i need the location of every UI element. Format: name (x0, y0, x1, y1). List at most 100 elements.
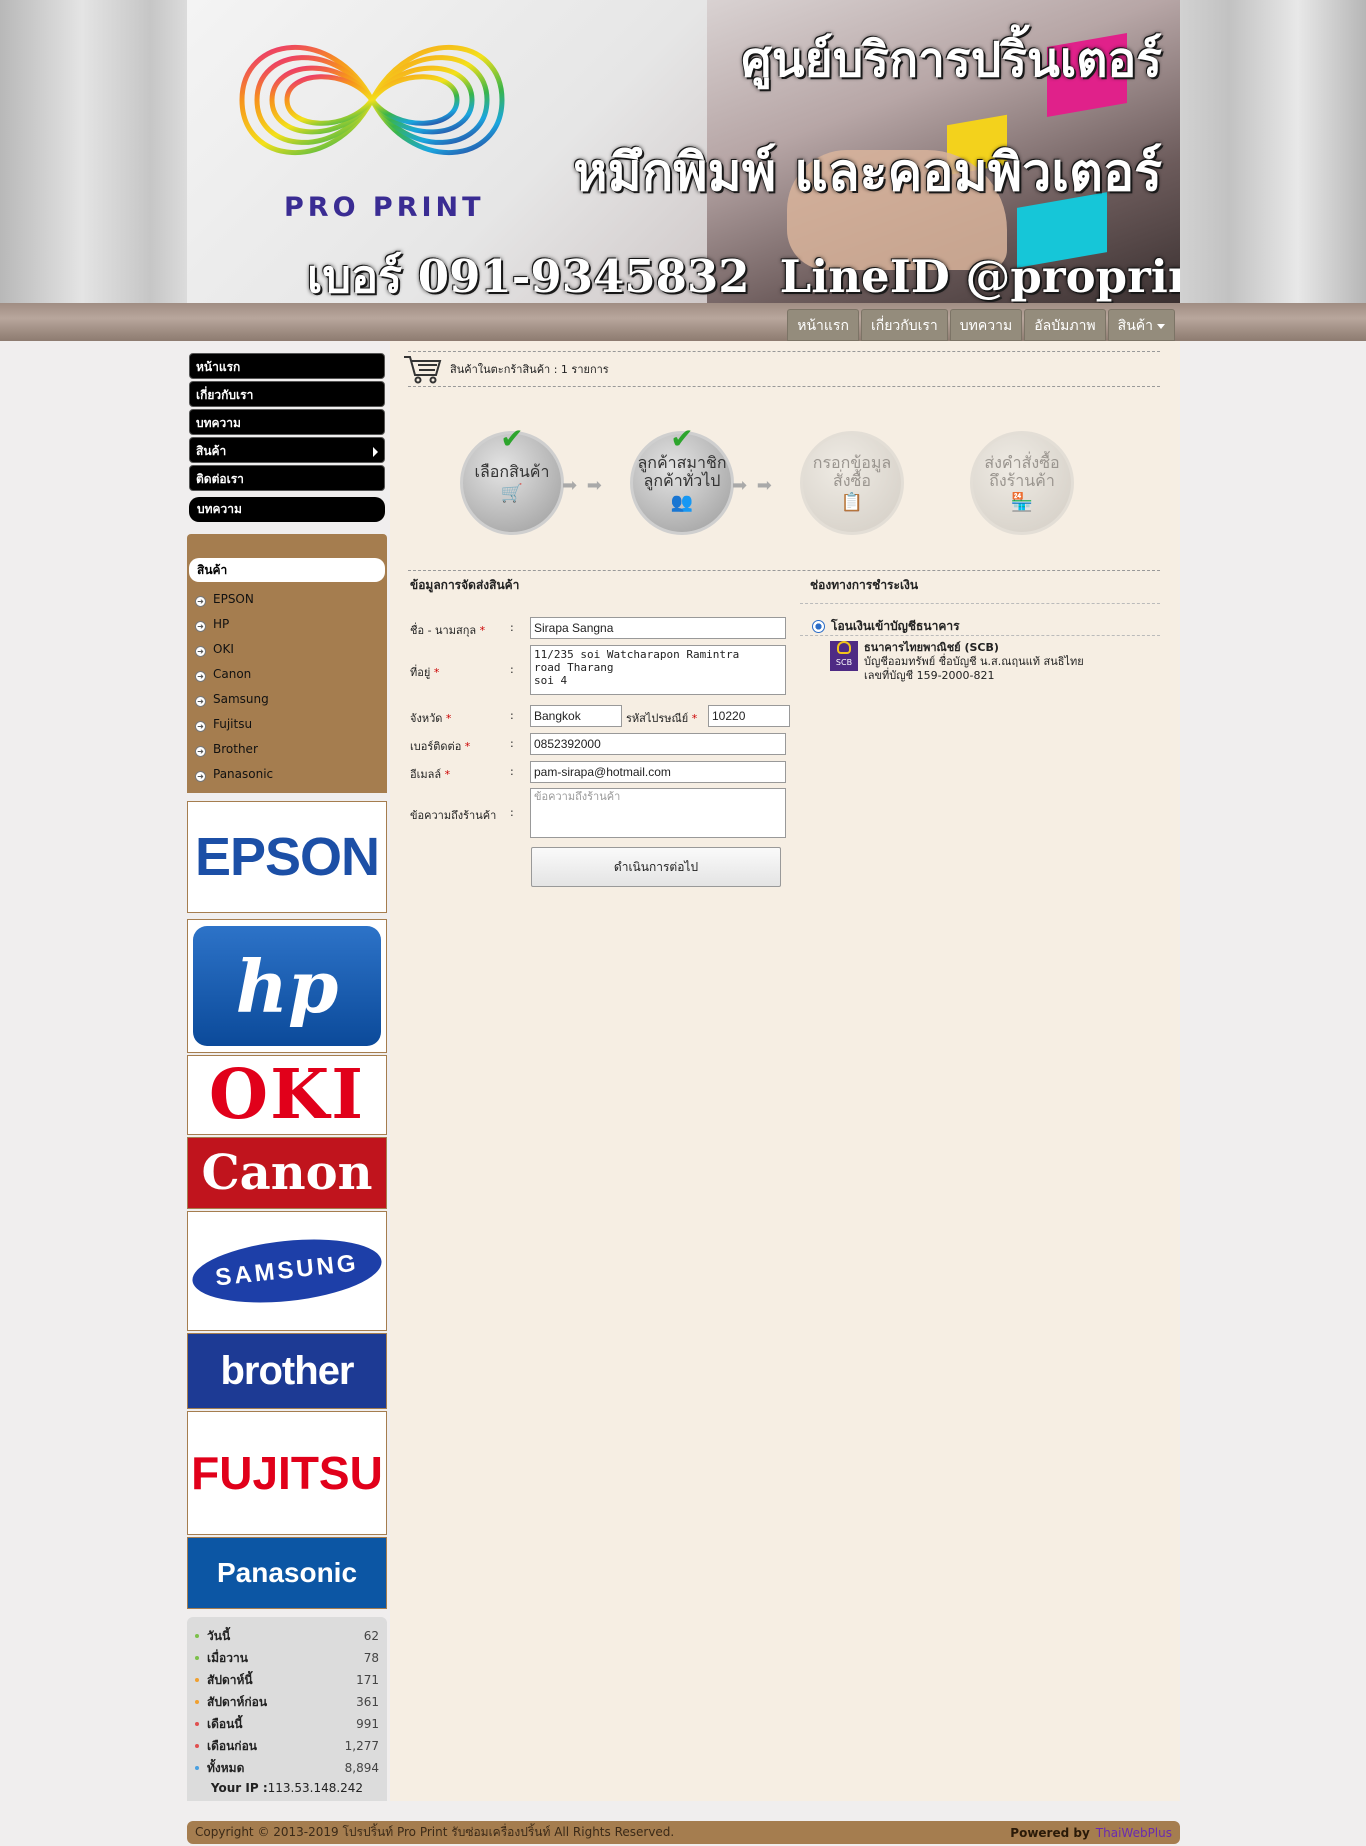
address-textarea[interactable]: 11/235 soi Watcharapon Ramintra road Tha… (530, 645, 786, 695)
name-input[interactable]: Sirapa Sangna (530, 617, 786, 639)
province-input[interactable]: Bangkok (530, 705, 622, 727)
required-mark: * (479, 624, 486, 637)
side-menu: หน้าแรก เกี่ยวกับเรา บทความ สินค้า ติดต่… (187, 341, 387, 491)
payment-option-bank-transfer[interactable]: โอนเงินเข้าบัญชีธนาคาร (812, 617, 960, 636)
step-label-2: สั่งซื้อ (832, 471, 872, 490)
stat-row: ทั้งหมด 8,894 (195, 1757, 379, 1779)
step-customer-type: ✔ ลูกค้าสมาชิก ลูกค้าทั่วไป 👥 (630, 425, 734, 535)
province-label-text: จังหวัด (410, 712, 443, 725)
side-product-samsung[interactable]: ➜ Samsung (187, 687, 387, 712)
required-mark: * (444, 768, 451, 781)
continue-button[interactable]: ดำเนินการต่อไป (531, 847, 781, 887)
logo-text: PRO PRINT (284, 192, 485, 223)
postal-input[interactable]: 10220 (708, 705, 790, 727)
nav-products[interactable]: สินค้า (1107, 309, 1175, 341)
phone-label: เบอร์ติดต่อ * (410, 733, 510, 755)
top-navigation: หน้าแรก เกี่ยวกับเรา บทความ อัลบัมภาพ สิ… (787, 309, 1175, 341)
side-product-epson[interactable]: ➜ EPSON (187, 587, 387, 612)
side-products-heading: สินค้า (189, 558, 385, 582)
side-menu-about[interactable]: เกี่ยวกับเรา (189, 381, 385, 407)
brand-logo-text: Panasonic (216, 1557, 358, 1588)
stat-label: สัปดาห์ก่อน (195, 1691, 267, 1713)
stat-value: 62 (363, 1629, 379, 1643)
main-content: สินค้าในตะกร้าสินค้า : 1 รายการ ✔ เลือกส… (390, 341, 1180, 1801)
stat-label: เดือนนี้ (195, 1713, 243, 1735)
phone-row: เบอร์ติดต่อ * : 0852392000 (410, 733, 786, 755)
phone-label-text: เบอร์ติดต่อ (410, 740, 462, 753)
arrow-circle-icon: ➜ (195, 671, 206, 682)
side-product-label: Brother (213, 742, 258, 756)
payment-option-label: โอนเงินเข้าบัญชีธนาคาร (831, 619, 960, 633)
side-products-list: ➜ EPSON ➜ HP ➜ OKI ➜ Canon ➜ Samsung ➜ Fujitsu… (187, 587, 387, 787)
scb-logo-icon: SCB (830, 641, 858, 671)
postal-label-text: รหัสไปรษณีย์ (626, 712, 689, 725)
samsung-logo-oval: SAMSUNG (189, 1231, 385, 1311)
colon: : (510, 709, 514, 722)
powered-by-label: Powered by (1010, 1825, 1090, 1840)
stat-row: เมื่อวาน 78 (195, 1647, 379, 1669)
side-product-label: Canon (213, 667, 252, 681)
nav-album[interactable]: อัลบัมภาพ (1024, 309, 1106, 341)
email-input[interactable]: pam-sirapa@hotmail.com (530, 761, 786, 783)
stat-label-text: ทั้งหมด (207, 1761, 245, 1775)
brand-logo-canon[interactable]: Canon (187, 1137, 387, 1209)
side-product-label: Fujitsu (213, 717, 253, 731)
footer: Copyright © 2013-2019 โปรปริ้นท์ Pro Pri… (187, 1821, 1180, 1844)
side-product-oki[interactable]: ➜ OKI (187, 637, 387, 662)
brand-logo-text: OKI (208, 1055, 366, 1135)
side-product-hp[interactable]: ➜ HP (187, 612, 387, 637)
arrow-circle-icon: ➜ (195, 696, 206, 707)
sidebar: หน้าแรก เกี่ยวกับเรา บทความ สินค้า ติดต่… (187, 341, 387, 1801)
side-product-canon[interactable]: ➜ Canon (187, 662, 387, 687)
step-label: เลือกสินค้า (474, 462, 550, 481)
brand-logo-brother[interactable]: brother (187, 1333, 387, 1409)
side-product-brother[interactable]: ➜ Brother (187, 737, 387, 762)
scb-bell-icon (837, 641, 851, 654)
side-product-label: OKI (213, 642, 234, 656)
stat-value: 8,894 (344, 1761, 379, 1775)
name-label: ชื่อ - นามสกุล * (410, 617, 510, 639)
nav-articles[interactable]: บทความ (949, 309, 1023, 341)
thaiwebplus-link[interactable]: ThaiWebPlus (1096, 1826, 1172, 1840)
cart-count-text: สินค้าในตะกร้าสินค้า : 1 รายการ (450, 363, 609, 376)
radio-selected-icon[interactable] (812, 620, 825, 633)
email-label-text: อีเมลล์ (410, 768, 442, 781)
stat-label-text: เดือนนี้ (207, 1717, 243, 1731)
brand-logo-oki[interactable]: OKI (187, 1055, 387, 1135)
bullet-icon (195, 1700, 199, 1704)
side-product-panasonic[interactable]: ➜ Panasonic (187, 762, 387, 787)
stat-label: ทั้งหมด (195, 1757, 244, 1779)
bank-details: ธนาคารไทยพาณิชย์ (SCB) บัญชีออมทรัพย์ ชื… (864, 641, 1084, 683)
required-mark: * (433, 666, 440, 679)
brand-logo-samsung[interactable]: SAMSUNG (187, 1211, 387, 1331)
phone-input[interactable]: 0852392000 (530, 733, 786, 755)
arrow-circle-icon: ➜ (195, 596, 206, 607)
stat-value: 991 (356, 1717, 379, 1731)
side-menu-articles[interactable]: บทความ (189, 409, 385, 435)
nav-products-label: สินค้า (1117, 318, 1153, 334)
brand-logo-epson[interactable]: EPSON (187, 801, 387, 913)
arrow-circle-icon: ➜ (195, 746, 206, 757)
side-article-link[interactable]: บทความ (189, 497, 385, 522)
email-row: อีเมลล์ * : pam-sirapa@hotmail.com (410, 761, 786, 783)
bullet-icon (195, 1766, 199, 1770)
step-label: ส่งคำสั่งซื้อ (984, 453, 1060, 472)
nav-home[interactable]: หน้าแรก (787, 309, 859, 341)
step-select-product: ✔ เลือกสินค้า 🛒 (460, 425, 564, 535)
step-send-order: ส่งคำสั่งซื้อ ถึงร้านค้า 🏪 (970, 431, 1074, 535)
arrow-circle-icon: ➜ (195, 646, 206, 657)
side-menu-contact[interactable]: ติดต่อเรา (189, 465, 385, 491)
email-label: อีเมลล์ * (410, 761, 510, 783)
step-label-2: ถึงร้านค้า (989, 471, 1055, 490)
brand-logo-fujitsu[interactable]: FUJITSU (187, 1411, 387, 1535)
brand-logo-panasonic[interactable]: Panasonic (187, 1537, 387, 1609)
message-textarea[interactable]: ข้อความถึงร้านค้า (530, 788, 786, 838)
side-menu-home[interactable]: หน้าแรก (189, 353, 385, 379)
arrow-right-icon: ➡ ➡ (732, 475, 774, 496)
stat-label: วันนี้ (195, 1625, 230, 1647)
brand-logo-hp[interactable]: hp (187, 919, 387, 1053)
side-menu-products[interactable]: สินค้า (189, 437, 385, 463)
nav-about[interactable]: เกี่ยวกับเรา (860, 309, 948, 341)
side-product-fujitsu[interactable]: ➜ Fujitsu (187, 712, 387, 737)
payment-divider (800, 635, 1160, 636)
